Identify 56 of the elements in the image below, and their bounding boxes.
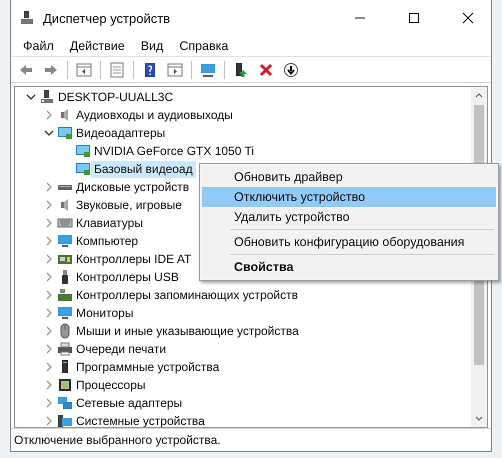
menu-item[interactable]: Действие bbox=[62, 39, 133, 53]
caret-down-icon bbox=[475, 416, 483, 422]
display-adapter-icon bbox=[75, 143, 91, 159]
monitor-icon bbox=[57, 305, 73, 321]
context-menu-item[interactable]: Удалить устройство bbox=[202, 207, 496, 227]
tree-item[interactable]: Процессоры bbox=[73, 376, 148, 394]
help-icon bbox=[142, 62, 158, 78]
tree-item[interactable]: Контроллеры IDE AT bbox=[73, 250, 194, 268]
chevron-right-icon bbox=[44, 110, 54, 120]
chevron-down-icon bbox=[44, 128, 54, 138]
network-icon bbox=[57, 395, 73, 411]
system-devices-icon bbox=[57, 413, 73, 427]
context-menu-item[interactable]: Свойства bbox=[202, 257, 496, 277]
window-title: Диспетчер устройств bbox=[43, 10, 172, 26]
monitor-icon bbox=[57, 233, 73, 249]
context-menu-item[interactable]: Обновить драйвер bbox=[202, 167, 496, 187]
tree-item[interactable]: NVIDIA GeForce GTX 1050 Ti bbox=[91, 142, 258, 160]
action-pane-icon bbox=[167, 62, 183, 78]
tree-item[interactable]: Базовый видеоад bbox=[91, 160, 196, 178]
processor-icon bbox=[57, 377, 73, 393]
tree-item[interactable]: Контроллеры USB bbox=[73, 268, 182, 286]
close-icon bbox=[462, 12, 474, 24]
tree-item[interactable]: DESKTOP-UUALL3C bbox=[55, 88, 176, 106]
panel-icon bbox=[76, 62, 92, 78]
download-circle-icon bbox=[283, 62, 299, 78]
update-driver-icon bbox=[233, 62, 249, 78]
storage-controller-icon bbox=[57, 287, 73, 303]
tree-item[interactable]: Сетевые адаптеры bbox=[73, 394, 186, 412]
tree-item[interactable]: Звуковые, игровые bbox=[73, 196, 185, 214]
menu-item[interactable]: Вид bbox=[132, 39, 172, 53]
context-menu-item[interactable]: Обновить конфигурацию оборудования bbox=[202, 232, 496, 252]
display-adapter-icon bbox=[57, 125, 73, 141]
tree-item[interactable]: Дисковые устройств bbox=[73, 178, 192, 196]
maximize-icon bbox=[408, 12, 420, 24]
tree-item[interactable]: Системные устройства bbox=[73, 412, 208, 427]
display-adapter-icon bbox=[75, 161, 91, 177]
tree-item[interactable]: Видеоадаптеры bbox=[73, 124, 168, 142]
computer-icon bbox=[39, 89, 55, 105]
tree-item[interactable]: Мониторы bbox=[73, 304, 136, 322]
tree-item[interactable]: Контроллеры запоминающих устройств bbox=[73, 286, 301, 304]
context-menu-item[interactable]: Отключить устройство bbox=[202, 187, 496, 207]
menu-item[interactable]: Справка bbox=[171, 39, 236, 53]
app-icon bbox=[19, 10, 35, 26]
chevron-down-icon bbox=[26, 92, 36, 102]
tree-item[interactable]: Компьютер bbox=[73, 232, 142, 250]
tree-item[interactable]: Мыши и иные указывающие устройства bbox=[73, 322, 302, 340]
tree-item[interactable]: Клавиатуры bbox=[73, 214, 146, 232]
properties-icon bbox=[109, 62, 125, 78]
tree-item[interactable]: Очереди печати bbox=[73, 340, 170, 358]
tree-item[interactable]: Программные устройства bbox=[73, 358, 222, 376]
status-text: Отключение выбранного устройства. bbox=[13, 433, 221, 447]
caret-up-icon bbox=[475, 92, 483, 98]
printer-icon bbox=[57, 341, 73, 357]
menu-item[interactable]: Файл bbox=[15, 39, 62, 53]
tree-item[interactable]: Аудиовходы и аудиовыходы bbox=[73, 106, 236, 124]
delete-icon bbox=[258, 62, 274, 78]
